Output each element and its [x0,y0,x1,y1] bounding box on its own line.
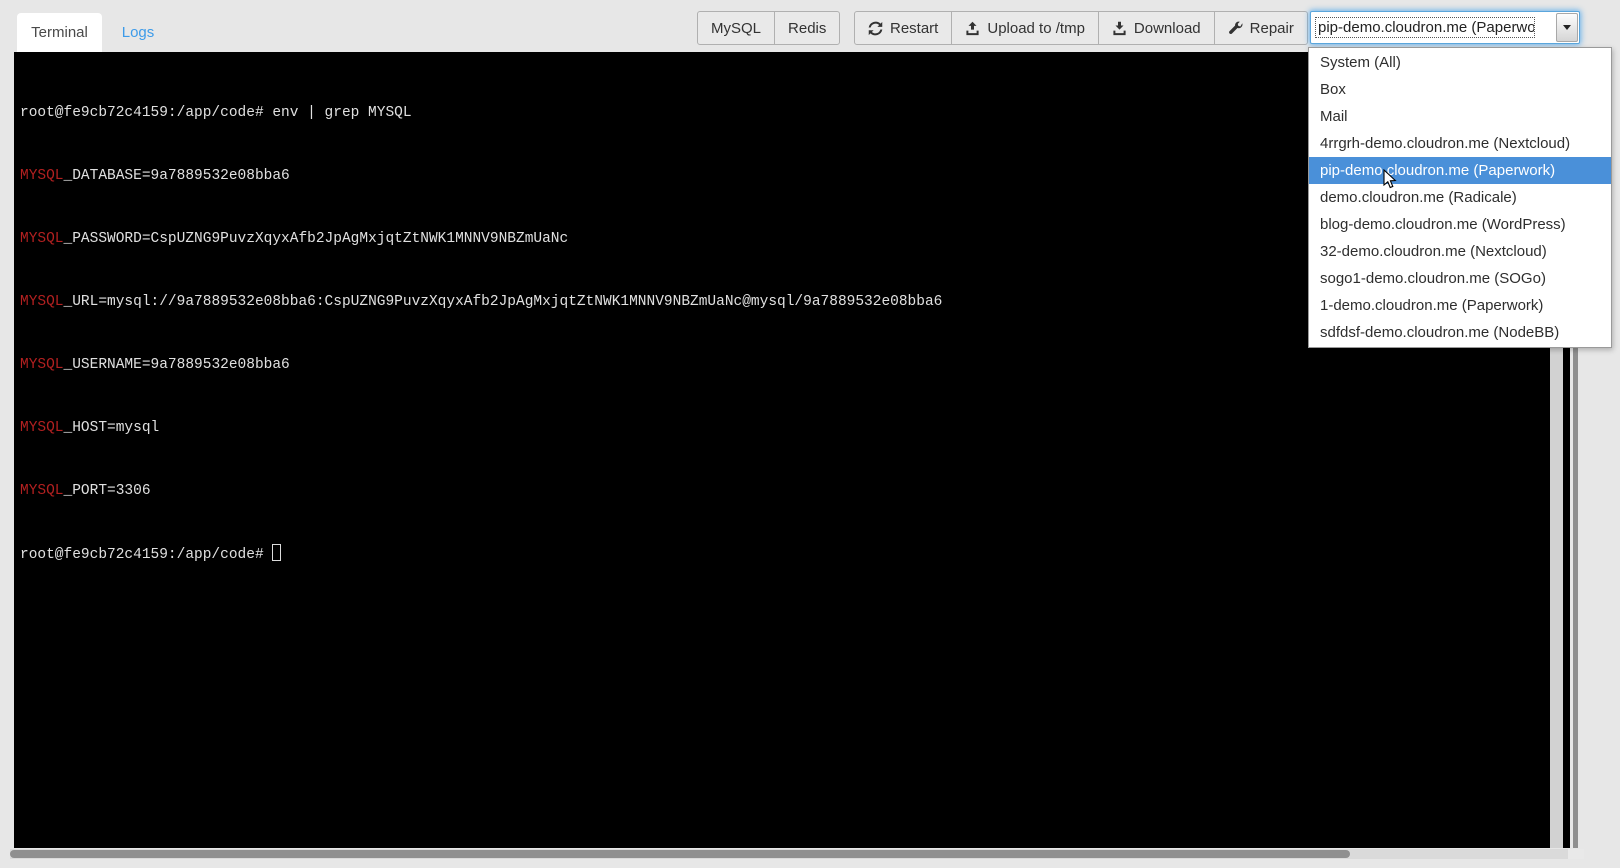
scrollbar-corner [1568,849,1584,859]
restart-icon [868,21,883,36]
wrench-icon [1228,21,1243,36]
restart-button-label: Restart [890,20,938,37]
tab-logs[interactable]: Logs [102,13,174,52]
dropdown-item-demo[interactable]: demo.cloudron.me (Radicale) [1309,184,1611,211]
dropdown-item-4rrgrh-demo[interactable]: 4rrgrh-demo.cloudron.me (Nextcloud) [1309,130,1611,157]
upload-icon [965,21,980,36]
dropdown-item-sdfdsf-demo[interactable]: sdfdsf-demo.cloudron.me (NodeBB) [1309,319,1611,346]
app-selector-dropdown: System (All) Box Mail 4rrgrh-demo.cloudr… [1308,47,1612,348]
redis-button[interactable]: Redis [774,11,840,45]
app-selector[interactable]: pip-demo.cloudron.me (Paperwork) [1310,11,1580,44]
dropdown-item-system[interactable]: System (All) [1309,49,1611,76]
upload-button[interactable]: Upload to /tmp [951,11,1099,45]
redis-button-label: Redis [788,20,826,37]
horizontal-scrollbar-thumb[interactable] [10,850,1350,858]
dropdown-item-sogo1-demo[interactable]: sogo1-demo.cloudron.me (SOGo) [1309,265,1611,292]
dropdown-item-mail[interactable]: Mail [1309,103,1611,130]
restart-button[interactable]: Restart [854,11,952,45]
chevron-down-icon [1556,13,1578,42]
dropdown-item-box[interactable]: Box [1309,76,1611,103]
terminal-line: MYSQL_USERNAME=9a7889532e08bba6 [20,355,1570,376]
horizontal-scrollbar-track[interactable] [10,849,1568,859]
dropdown-item-blog-demo[interactable]: blog-demo.cloudron.me (WordPress) [1309,211,1611,238]
addon-button-group: MySQL Redis [697,11,840,45]
terminal-prompt-line: root@fe9cb72c4159:/app/code# [20,544,1570,566]
mysql-button[interactable]: MySQL [697,11,775,45]
tab-logs-label: Logs [122,24,155,41]
dropdown-item-pip-demo[interactable]: pip-demo.cloudron.me (Paperwork) [1309,157,1611,184]
dropdown-item-32-demo[interactable]: 32-demo.cloudron.me (Nextcloud) [1309,238,1611,265]
tab-terminal[interactable]: Terminal [17,13,102,52]
repair-button-label: Repair [1250,20,1294,37]
download-icon [1112,21,1127,36]
mysql-button-label: MySQL [711,20,761,37]
tab-terminal-label: Terminal [31,24,88,41]
upload-button-label: Upload to /tmp [987,20,1085,37]
terminal-line: MYSQL_HOST=mysql [20,418,1570,439]
dropdown-item-1-demo[interactable]: 1-demo.cloudron.me (Paperwork) [1309,292,1611,319]
repair-button[interactable]: Repair [1214,11,1308,45]
mouse-cursor-icon [1383,169,1398,196]
download-button[interactable]: Download [1098,11,1215,45]
download-button-label: Download [1134,20,1201,37]
terminal-line: MYSQL_PORT=3306 [20,481,1570,502]
action-button-group: Restart Upload to /tmp Download Repair [854,11,1308,45]
app-selector-value: pip-demo.cloudron.me (Paperwork) [1316,18,1534,37]
terminal-cursor [272,544,281,561]
